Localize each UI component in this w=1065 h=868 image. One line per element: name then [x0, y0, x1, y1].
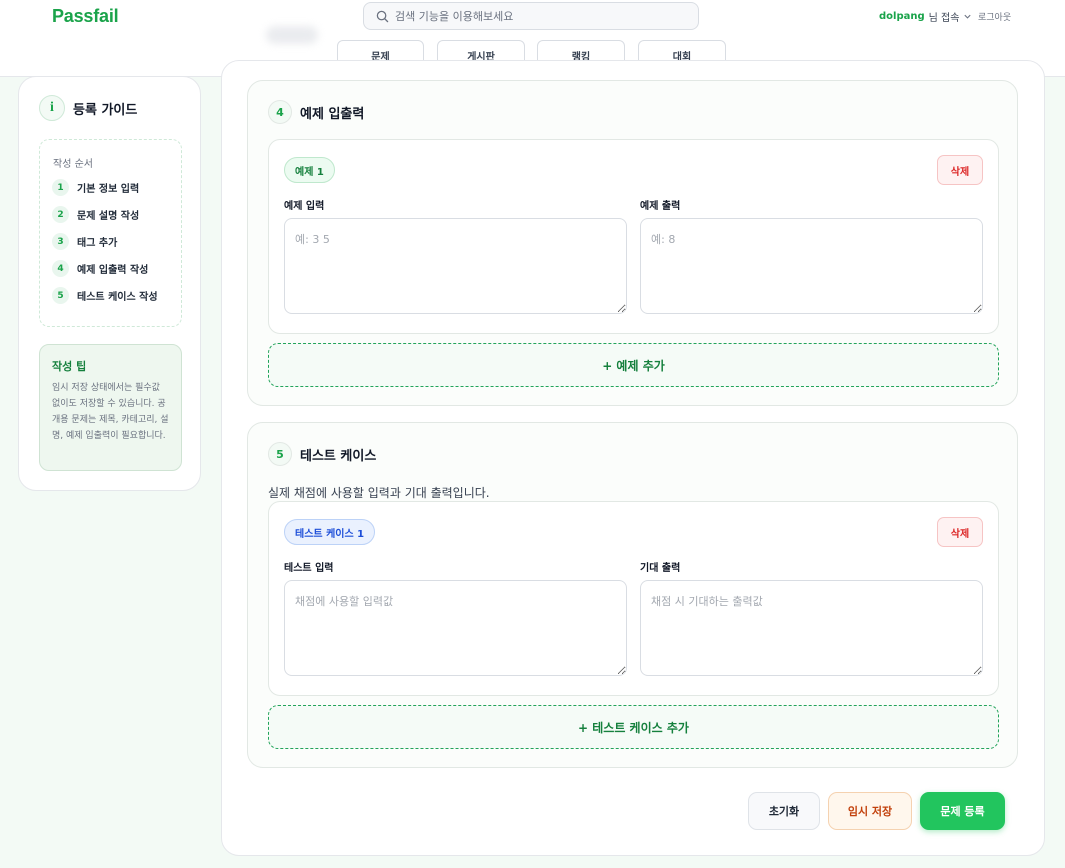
- site-logo[interactable]: Passfail: [52, 6, 119, 27]
- steps-box: 작성 순서 1 기본 정보 입력 2 문제 설명 작성 3 태그 추가 4 예제…: [39, 139, 182, 327]
- step-label: 기본 정보 입력: [77, 184, 140, 195]
- search-bar[interactable]: [363, 2, 699, 30]
- section-number: 4: [268, 100, 292, 124]
- testcase-input-label: 테스트 입력: [284, 563, 334, 574]
- guide-sidebar: i 등록 가이드 작성 순서 1 기본 정보 입력 2 문제 설명 작성 3 태…: [18, 76, 201, 491]
- testcase-output-field[interactable]: [640, 580, 983, 676]
- blurred-badge: [266, 26, 318, 44]
- section-header: 4 예제 입출력: [268, 100, 364, 124]
- guide-step: 1 기본 정보 입력: [52, 179, 139, 196]
- testcases-section: 5 테스트 케이스 실제 채점에 사용할 입력과 기대 출력입니다. 테스트 케…: [247, 422, 1018, 768]
- step-label: 문제 설명 작성: [77, 211, 140, 222]
- info-icon: i: [39, 95, 65, 121]
- guide-step: 2 문제 설명 작성: [52, 206, 139, 223]
- step-number: 2: [52, 206, 69, 223]
- search-input[interactable]: [395, 9, 675, 23]
- examples-section: 4 예제 입출력 예제 1 삭제 예제 입력 예제 출력 + 예제 추가: [247, 80, 1018, 406]
- testcase-badge: 테스트 케이스 1: [284, 519, 376, 545]
- example-output-label: 예제 출력: [640, 201, 681, 212]
- example-input-field[interactable]: [284, 218, 627, 314]
- step-number: 5: [52, 287, 69, 304]
- example-item: 예제 1 삭제 예제 입력 예제 출력: [268, 139, 999, 334]
- user-suffix: 님 접속: [928, 13, 960, 24]
- step-number: 4: [52, 260, 69, 277]
- search-icon: [376, 10, 389, 22]
- step-number: 3: [52, 233, 69, 250]
- testcase-output-label: 기대 출력: [640, 563, 681, 574]
- guide-title: 등록 가이드: [73, 102, 138, 118]
- guide-step: 5 테스트 케이스 작성: [52, 287, 158, 304]
- section-number: 5: [268, 442, 292, 466]
- user-menu[interactable]: dolpang 님 접속: [879, 9, 972, 24]
- example-output-field[interactable]: [640, 218, 983, 314]
- save-draft-button[interactable]: 임시 저장: [828, 792, 912, 830]
- step-label: 태그 추가: [77, 238, 118, 249]
- step-label: 테스트 케이스 작성: [77, 292, 158, 303]
- section-title: 예제 입출력: [300, 106, 365, 122]
- user-name: dolpang: [879, 11, 925, 22]
- chevron-down-icon: [964, 14, 972, 19]
- delete-testcase-button[interactable]: 삭제: [937, 517, 983, 547]
- logout-link[interactable]: 로그아웃: [978, 10, 1011, 23]
- add-testcase-button[interactable]: + 테스트 케이스 추가: [268, 705, 999, 749]
- tip-title: 작성 팁: [52, 360, 87, 373]
- guide-step: 3 태그 추가: [52, 233, 117, 250]
- add-example-button[interactable]: + 예제 추가: [268, 343, 999, 387]
- section-description: 실제 채점에 사용할 입력과 기대 출력입니다.: [268, 486, 490, 500]
- example-input-label: 예제 입력: [284, 201, 325, 212]
- guide-header: i 등록 가이드: [39, 95, 137, 121]
- reset-button[interactable]: 초기화: [748, 792, 820, 830]
- tip-box: 작성 팁 임시 저장 상태에서는 필수값 없이도 저장할 수 있습니다. 공개용…: [39, 344, 182, 471]
- step-label: 예제 입출력 작성: [77, 265, 149, 276]
- step-number: 1: [52, 179, 69, 196]
- submit-problem-button[interactable]: 문제 등록: [920, 792, 1005, 830]
- delete-example-button[interactable]: 삭제: [937, 155, 983, 185]
- example-badge: 예제 1: [284, 157, 335, 183]
- guide-step: 4 예제 입출력 작성: [52, 260, 148, 277]
- testcase-item: 테스트 케이스 1 삭제 테스트 입력 기대 출력: [268, 501, 999, 696]
- tip-text: 임시 저장 상태에서는 필수값 없이도 저장할 수 있습니다. 공개용 문제는 …: [52, 383, 169, 441]
- section-title: 테스트 케이스: [300, 448, 377, 464]
- section-header: 5 테스트 케이스: [268, 442, 376, 466]
- steps-label: 작성 순서: [53, 159, 93, 170]
- testcase-input-field[interactable]: [284, 580, 627, 676]
